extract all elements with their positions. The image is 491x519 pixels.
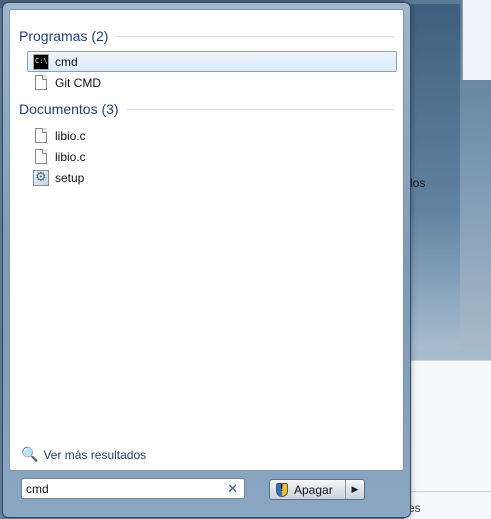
search-input[interactable]	[26, 481, 222, 496]
shutdown-button[interactable]: Apagar ▶	[269, 479, 365, 500]
close-icon[interactable]: ✕	[227, 481, 238, 497]
search-icon: 🔍	[21, 446, 39, 462]
background-window-edge	[462, 0, 491, 80]
see-more-results-label: Ver más resultados	[43, 447, 147, 462]
file-icon	[35, 149, 47, 164]
search-results-panel: Programas (2) cmd Git CMD Documentos (3)…	[9, 9, 404, 471]
file-icon	[35, 128, 47, 143]
result-item-libio-2[interactable]: libio.c	[27, 146, 397, 167]
start-menu: Programas (2) cmd Git CMD Documentos (3)…	[2, 2, 411, 518]
chevron-right-icon[interactable]: ▶	[346, 480, 364, 499]
result-item-label: setup	[55, 170, 85, 185]
result-item-label: libio.c	[55, 128, 86, 143]
uac-shield-icon	[276, 482, 288, 497]
result-item-setup[interactable]: setup	[27, 167, 397, 188]
result-item-cmd[interactable]: cmd	[27, 51, 397, 72]
group-divider	[126, 108, 394, 110]
cmd-icon	[33, 53, 49, 70]
shutdown-label: Apagar	[294, 482, 333, 497]
result-item-label: cmd	[55, 54, 78, 69]
see-more-results-link[interactable]: 🔍 Ver más resultados	[21, 446, 146, 463]
setup-icon	[33, 169, 49, 186]
background-panel: es	[404, 360, 491, 519]
file-icon	[35, 75, 47, 90]
shutdown-main-button[interactable]: Apagar	[270, 480, 345, 499]
group-header-label: Programas (2)	[19, 28, 109, 44]
group-header-programas: Programas (2)	[19, 26, 394, 46]
result-item-libio-1[interactable]: libio.c	[27, 125, 397, 146]
search-box[interactable]: ✕	[21, 478, 245, 499]
group-header-documentos: Documentos (3)	[19, 99, 394, 119]
result-item-label: Git CMD	[55, 75, 101, 90]
background-window: dos	[404, 0, 491, 360]
result-item-git-cmd[interactable]: Git CMD	[27, 72, 397, 93]
result-item-label: libio.c	[55, 149, 86, 164]
group-divider	[116, 35, 394, 37]
group-header-label: Documentos (3)	[19, 101, 119, 117]
background-divider	[404, 491, 491, 492]
